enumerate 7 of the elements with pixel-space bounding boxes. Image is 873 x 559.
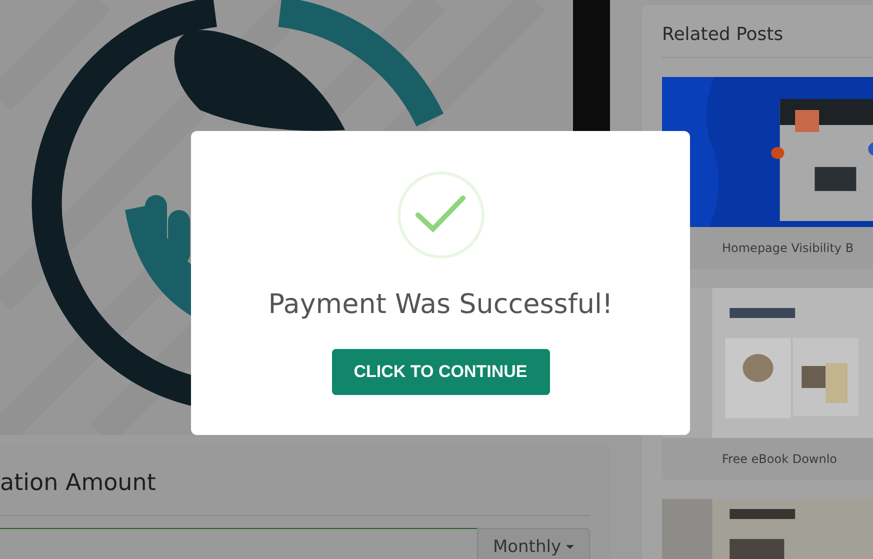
sidebar-title: Related Posts	[662, 24, 784, 46]
checkmark-icon	[396, 170, 486, 260]
continue-button[interactable]: CLICK TO CONTINUE	[332, 349, 550, 395]
section-title: ation Amount	[0, 469, 157, 498]
success-message: Payment Was Successful!	[268, 288, 613, 322]
caret-icon	[566, 545, 574, 549]
frequency-dropdown[interactable]: Monthly	[477, 528, 590, 559]
